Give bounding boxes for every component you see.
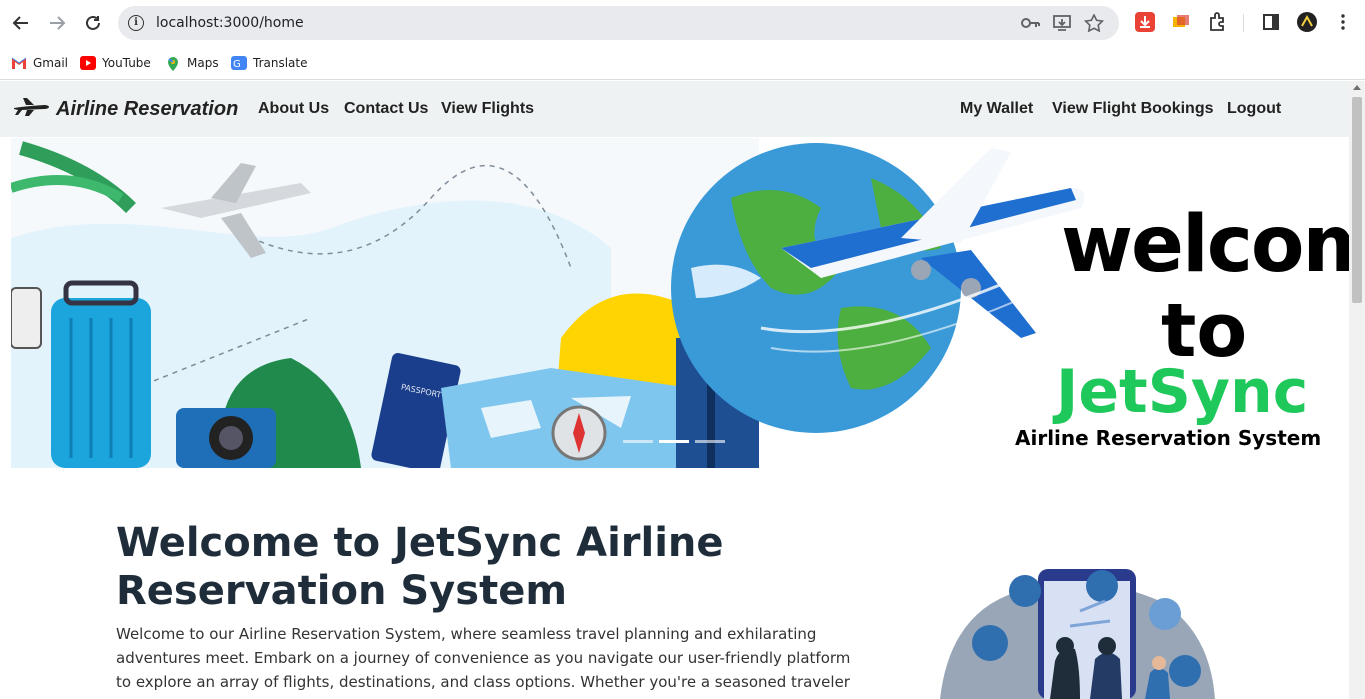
side-panel-icon[interactable] (1261, 12, 1281, 32)
translate-icon: G (231, 56, 247, 70)
hero-jetsync-text: JetSync (1056, 357, 1309, 427)
site-info-icon[interactable]: i (128, 15, 144, 31)
profile-avatar[interactable] (1297, 12, 1317, 32)
back-icon[interactable] (9, 11, 33, 35)
hero-carousel: PASSPORT welcom to JetSync Airline Reser… (11, 138, 1349, 468)
nav-contact-us[interactable]: Contact Us (344, 100, 428, 118)
scrollbar-thumb[interactable] (1352, 97, 1362, 303)
nav-view-flight-bookings[interactable]: View Flight Bookings (1052, 100, 1214, 118)
extensions-puzzle-icon[interactable] (1207, 12, 1227, 32)
bookmark-label: Gmail (33, 56, 69, 70)
bookmark-star-icon[interactable] (1083, 13, 1105, 33)
browser-toolbar: i localhost:3000/home (0, 0, 1365, 46)
bookmark-label: Translate (253, 56, 308, 70)
maps-icon (165, 56, 181, 71)
travel-app-illustration (930, 531, 1220, 699)
vertical-scrollbar[interactable] (1349, 81, 1365, 699)
nav-logout[interactable]: Logout (1227, 100, 1281, 118)
nav-about-us[interactable]: About Us (258, 100, 329, 118)
page-title: Welcome to JetSync Airline Reservation S… (116, 520, 724, 614)
bookmark-translate[interactable]: G Translate (231, 52, 308, 74)
nav-my-wallet[interactable]: My Wallet (960, 100, 1033, 118)
site-navbar: Airline Reservation About Us Contact Us … (0, 81, 1349, 137)
url-text[interactable]: localhost:3000/home (156, 15, 304, 31)
page-viewport: Airline Reservation About Us Contact Us … (0, 81, 1349, 699)
bookmarks-bar: Gmail YouTube Maps G Translate (0, 46, 1365, 80)
browser-menu-icon[interactable] (1333, 12, 1353, 32)
svg-text:G: G (233, 59, 241, 70)
download-extension-icon[interactable] (1135, 12, 1155, 32)
bookmark-youtube[interactable]: YouTube (80, 52, 151, 74)
forward-icon[interactable] (45, 11, 69, 35)
carousel-indicator-3[interactable] (695, 440, 725, 443)
toolbar-divider (1243, 14, 1244, 32)
bookmark-gmail[interactable]: Gmail (11, 52, 68, 74)
airplane-icon (12, 96, 50, 123)
bookmark-label: Maps (187, 56, 219, 70)
carousel-indicator-1[interactable] (623, 440, 653, 443)
bookmark-label: YouTube (102, 56, 151, 70)
bookmark-maps[interactable]: Maps (165, 52, 219, 74)
travel-collage-image: PASSPORT (11, 138, 759, 468)
nav-view-flights[interactable]: View Flights (441, 100, 534, 118)
brand-link[interactable]: Airline Reservation (12, 96, 238, 123)
brand-name: Airline Reservation (56, 98, 239, 120)
globe-airplane-image (671, 138, 1091, 438)
photos-extension-icon[interactable] (1171, 12, 1191, 32)
address-bar[interactable]: i localhost:3000/home (118, 6, 1119, 40)
password-key-icon[interactable] (1020, 14, 1040, 32)
hero-welcome-text: welcome (1061, 200, 1349, 290)
youtube-icon (80, 56, 96, 70)
install-app-icon[interactable] (1052, 14, 1072, 32)
gmail-icon (11, 56, 27, 70)
intro-paragraph: Welcome to our Airline Reservation Syste… (116, 625, 851, 699)
hero-subtitle-text: Airline Reservation System (1015, 426, 1322, 450)
reload-icon[interactable] (81, 11, 105, 35)
carousel-indicator-2[interactable] (659, 440, 689, 443)
scroll-up-arrow-icon[interactable] (1353, 85, 1361, 90)
